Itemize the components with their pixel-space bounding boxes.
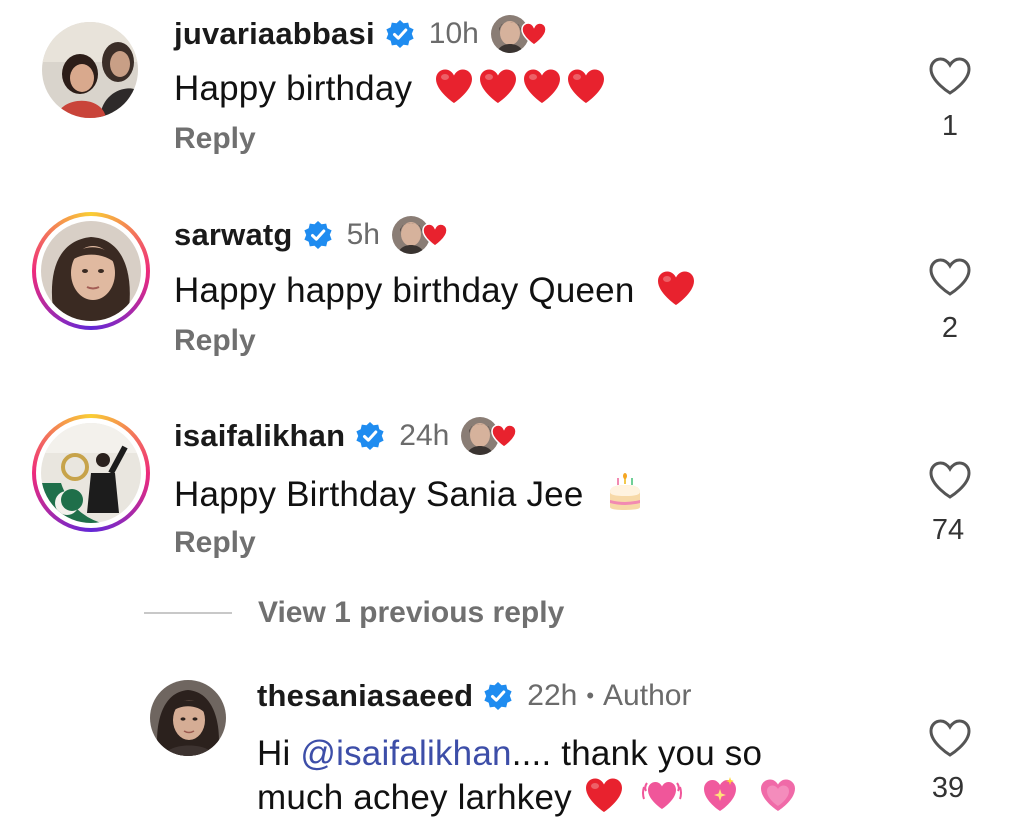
birthday-cake-emoji [605,472,645,512]
like-count: 1 [941,110,959,142]
verified-badge-icon [303,220,333,250]
like-count: 74 [931,514,965,546]
liked-by-author-indicator [391,215,448,255]
heart-outline-icon[interactable] [928,56,972,96]
red-heart-icon [521,22,547,46]
verified-badge-icon [483,681,513,711]
verified-badge-icon [385,19,415,49]
comment-text: Happy Birthday Sania Jee [174,472,645,516]
liked-by-author-indicator [461,416,518,456]
comment-body: Happy Birthday Sania Jee [174,475,584,514]
red-heart-emoji [478,68,518,104]
username[interactable]: isaifalikhan [174,418,345,454]
red-heart-icon [491,424,518,448]
comment-meta: sarwatg 5h [174,215,448,255]
author-label: Author [603,679,692,712]
comment-meta: isaifalikhan 24h [174,416,518,456]
comment-meta: thesaniasaeed 22h • Author [257,676,691,716]
red-heart-emoji [566,68,606,104]
comment-line-2: much achey larhkey [257,775,798,819]
reply-button[interactable]: Reply [174,324,256,358]
red-heart-emoji [584,777,624,813]
username[interactable]: thesaniasaeed [257,678,473,714]
comment-line-1: Hi @isaifalikhan.... thank you so [257,733,798,775]
verified-badge-icon [355,421,385,451]
view-previous-replies-button[interactable]: View 1 previous reply [144,596,564,630]
reply-button[interactable]: Reply [174,122,256,156]
comment-text: Hi @isaifalikhan.... thank you so much a… [257,733,798,819]
like-count: 39 [931,772,965,804]
red-heart-emoji [522,68,562,104]
timestamp: 24h [399,419,450,452]
reply-button[interactable]: Reply [174,526,256,560]
like-count: 2 [941,312,959,344]
avatar[interactable] [150,680,226,756]
timestamp: 10h [428,17,479,50]
timestamp: 5h [346,218,380,251]
text-line-2: much achey larhkey [257,778,572,817]
avatar[interactable] [42,22,138,118]
comment-text: Happy birthday [174,68,606,110]
liked-by-author-indicator [490,14,547,54]
timestamp: 22h [527,679,578,712]
pink-heart-emoji [758,775,798,815]
red-heart-icon [422,223,448,247]
heart-outline-icon[interactable] [928,257,972,297]
avatar[interactable] [32,212,150,330]
username[interactable]: juvariaabbasi [174,16,375,52]
heart-outline-icon[interactable] [928,460,972,500]
avatar[interactable] [32,414,150,532]
comment-meta: juvariaabbasi 10h [174,14,547,54]
red-heart-emoji [656,270,696,306]
divider-line [144,612,232,614]
red-heart-emoji [434,68,474,104]
text-prefix: Hi [257,734,301,773]
sparkling-heart-emoji [700,775,740,815]
comment-body: Happy happy birthday Queen [174,271,635,310]
view-replies-label[interactable]: View 1 previous reply [258,596,564,630]
text-rest: .... thank you so [511,734,763,773]
heart-outline-icon[interactable] [928,718,972,758]
beating-heart-emoji [641,775,682,815]
username[interactable]: sarwatg [174,217,293,253]
comment-text: Happy happy birthday Queen [174,270,696,312]
mention-link[interactable]: @isaifalikhan [300,734,511,773]
separator-dot: • [586,683,595,708]
comment-body: Happy birthday [174,69,413,108]
